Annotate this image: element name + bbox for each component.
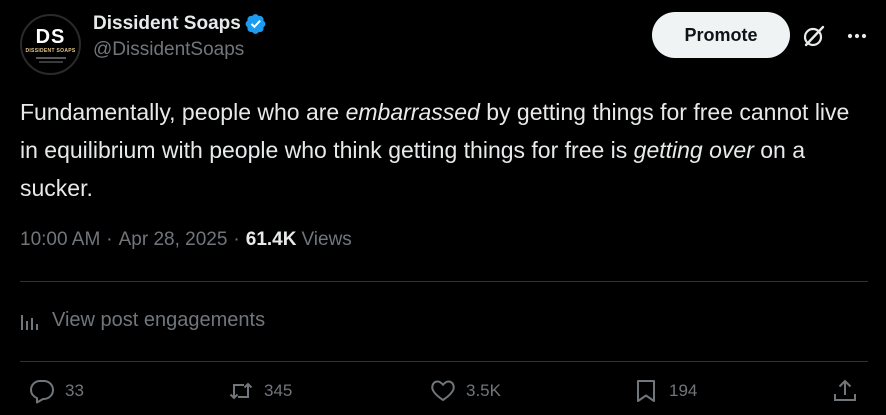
grok-icon[interactable] xyxy=(801,23,827,49)
promote-button[interactable]: Promote xyxy=(652,12,790,58)
analytics-icon xyxy=(21,314,38,330)
avatar-monogram: DS xyxy=(35,25,66,48)
avatar-brand: DISSIDENT SOAPS xyxy=(25,47,76,54)
meta-separator: · xyxy=(106,229,113,250)
repost-button[interactable]: 345 xyxy=(228,378,292,404)
share-icon xyxy=(834,379,856,401)
reply-count: 33 xyxy=(65,381,84,400)
meta-separator: · xyxy=(233,229,240,250)
avatar-decoration xyxy=(38,60,63,63)
view-engagements-link[interactable]: View post engagements xyxy=(20,309,265,332)
like-button[interactable]: 3.5K xyxy=(430,378,501,404)
tweet-meta: 10:00 AM · Apr 28, 2025 · 61.4K Views xyxy=(20,229,352,251)
action-bar: 33 345 3.5K 194 xyxy=(0,378,886,414)
bookmark-button[interactable]: 194 xyxy=(633,378,697,404)
views-label: Views xyxy=(301,229,352,250)
tweet-header: DS DISSIDENT SOAPS Dissident Soaps @Diss… xyxy=(20,10,870,75)
tweet-text-italic: embarrassed xyxy=(345,99,480,125)
like-count: 3.5K xyxy=(466,381,501,400)
tweet-text: Fundamentally, people who are embarrasse… xyxy=(20,93,870,207)
reply-icon xyxy=(30,380,54,404)
display-name-row: Dissident Soaps xyxy=(93,13,267,35)
tweet-text-segment: Fundamentally, people who are xyxy=(20,99,346,125)
divider xyxy=(20,361,868,362)
handle[interactable]: @DissidentSoaps xyxy=(93,39,267,61)
repost-count: 345 xyxy=(264,381,293,400)
views-count: 61.4K xyxy=(245,229,297,250)
bookmark-count: 194 xyxy=(669,381,698,400)
view-engagements-label: View post engagements xyxy=(52,309,266,331)
tweet-text-italic: getting over xyxy=(633,137,754,163)
tweet-time[interactable]: 10:00 AM xyxy=(20,229,100,251)
author-names: Dissident Soaps @DissidentSoaps xyxy=(93,13,267,61)
heart-icon xyxy=(431,380,455,401)
avatar-decoration xyxy=(35,56,66,59)
display-name[interactable]: Dissident Soaps xyxy=(93,13,241,35)
bookmark-icon xyxy=(637,380,655,402)
share-button[interactable] xyxy=(832,378,868,404)
divider xyxy=(20,281,868,282)
more-icon[interactable] xyxy=(844,23,870,49)
tweet-date[interactable]: Apr 28, 2025 xyxy=(119,229,228,251)
repost-icon xyxy=(229,382,253,400)
avatar[interactable]: DS DISSIDENT SOAPS xyxy=(20,14,81,75)
reply-button[interactable]: 33 xyxy=(29,378,84,404)
verified-badge-icon[interactable] xyxy=(245,13,267,35)
